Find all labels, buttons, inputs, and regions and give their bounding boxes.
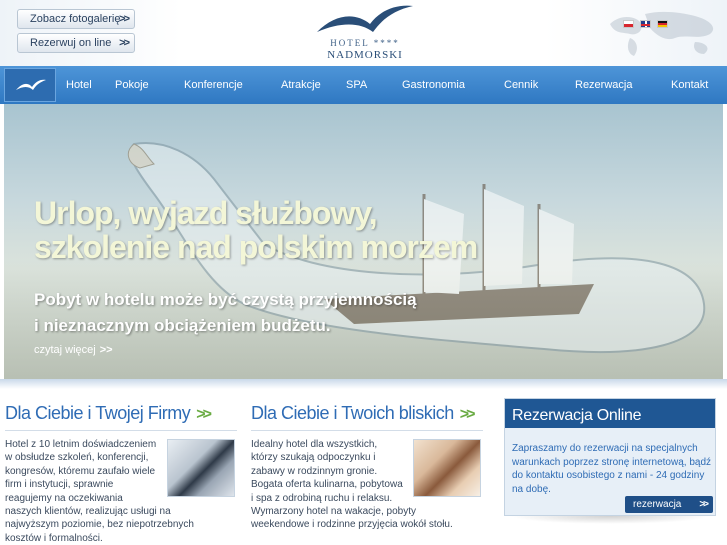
business-line: najwyższym poziomie, bez niepotrzebnych — [5, 519, 194, 531]
flag-pl-icon[interactable] — [623, 20, 634, 28]
hero-subtitle: Pobyt w hotelu może być czystą przyjemno… — [34, 287, 417, 339]
book-online-button-label: Rezerwuj on line — [30, 37, 112, 49]
gallery-button[interactable]: Zobacz fotogalerię >> — [17, 9, 135, 29]
family-line: weekendowe i rodzinne przyjęcia wokół st… — [251, 519, 453, 531]
business-text: Hotel z 10 letnim doświadczeniem w obsłu… — [5, 438, 194, 545]
business-line: kosztów i formalności. — [5, 532, 103, 544]
reservation-box-shadow — [510, 516, 710, 524]
seagull-home-icon — [16, 79, 46, 90]
business-people-photo — [167, 439, 235, 497]
main-nav: Hotel Pokoje Konferencje Atrakcje SPA Ga… — [0, 66, 727, 104]
header: Zobacz fotogalerię >> Rezerwuj on line >… — [0, 0, 727, 66]
business-title-text: Dla Ciebie i Twojej Firmy — [5, 403, 191, 423]
nav-item-spa[interactable]: SPA — [346, 66, 367, 104]
read-more-label: czytaj więcej — [34, 344, 96, 356]
business-line: naszych klientów, realizując usługi na — [5, 506, 171, 518]
reservation-button-label: rezerwacja — [633, 499, 682, 510]
reservation-text: Zapraszamy do rezerwacji na specjalnych … — [512, 443, 712, 495]
business-divider — [5, 430, 237, 431]
reservation-title: Rezerwacja Online — [512, 407, 642, 424]
flag-en-icon[interactable] — [640, 20, 651, 28]
double-chevron-right-icon: >> — [196, 406, 212, 423]
hero-subtitle-line2: i nieznacznym obciążeniem budżetu. — [34, 316, 331, 335]
business-line: Hotel z 10 letnim doświadczeniem — [5, 439, 157, 450]
family-title-text: Dla Ciebie i Twoich bliskich — [251, 403, 454, 423]
business-line: reagujemy na oczekiwania — [5, 492, 123, 504]
nav-item-konferencje[interactable]: Konferencje — [184, 66, 243, 104]
family-line: Wymarzony hotel na wakacje, pobyty — [251, 506, 416, 518]
nav-item-atrakcje[interactable]: Atrakcje — [281, 66, 321, 104]
business-line: w obsłudze szkoleń, konferencji, — [5, 452, 149, 464]
double-chevron-right-icon: >> — [459, 406, 476, 423]
family-photo — [413, 439, 481, 497]
hero-subtitle-line1: Pobyt w hotelu może być czystą przyjemno… — [34, 290, 417, 309]
nav-item-pokoje[interactable]: Pokoje — [115, 66, 149, 104]
business-line: firm i instytucji, sprawnie — [5, 479, 114, 491]
nav-item-kontakt[interactable]: Kontakt — [671, 66, 708, 104]
double-chevron-right-icon: >> — [699, 499, 709, 510]
logo-line2: NADMORSKI — [327, 49, 403, 61]
read-more-link[interactable]: czytaj więcej >> — [34, 344, 113, 356]
hero-headline-line2: szkolenie nad polskim morzem — [34, 229, 478, 265]
logo-line1: HOTEL **** — [330, 38, 400, 48]
gallery-button-label: Zobacz fotogalerię — [30, 13, 121, 25]
book-online-button[interactable]: Rezerwuj on line >> — [17, 33, 135, 53]
seagull-logo-icon — [317, 5, 413, 32]
double-chevron-right-icon: >> — [119, 13, 130, 25]
hero-banner: Urlop, wyjazd służbowy, szkolenie nad po… — [4, 104, 723, 379]
reservation-button[interactable]: rezerwacja >> — [625, 496, 713, 513]
hero-headline-line1: Urlop, wyjazd służbowy, — [34, 195, 378, 231]
business-line: kongresów, któremu zaufało wiele — [5, 465, 156, 477]
family-divider — [251, 430, 483, 431]
nav-item-rezerwacja[interactable]: Rezerwacja — [575, 66, 632, 104]
hero-shadow — [0, 379, 727, 389]
double-chevron-right-icon: >> — [119, 37, 130, 49]
nav-item-hotel[interactable]: Hotel — [66, 66, 92, 104]
family-section-title[interactable]: Dla Ciebie i Twoich bliskich >> — [251, 403, 476, 424]
home-button[interactable] — [4, 68, 56, 102]
hero-headline: Urlop, wyjazd służbowy, szkolenie nad po… — [34, 195, 478, 265]
nav-item-cennik[interactable]: Cennik — [504, 66, 538, 104]
double-chevron-right-icon: >> — [99, 344, 113, 356]
business-section-title[interactable]: Dla Ciebie i Twojej Firmy >> — [5, 403, 212, 424]
reservation-box: Rezerwacja Online Zapraszamy do rezerwac… — [504, 398, 716, 516]
language-selector — [623, 20, 674, 38]
nav-item-gastronomia[interactable]: Gastronomia — [402, 66, 465, 104]
flag-de-icon[interactable] — [657, 20, 668, 28]
hotel-logo[interactable]: HOTEL **** NADMORSKI — [290, 0, 440, 64]
